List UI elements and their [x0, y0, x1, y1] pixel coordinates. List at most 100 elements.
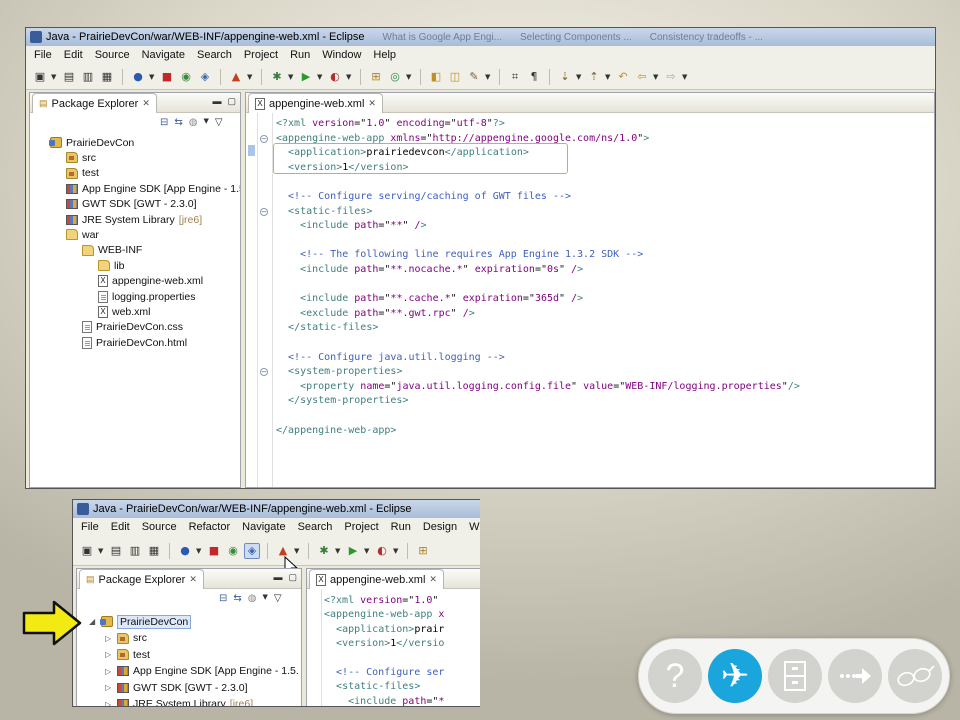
tab-appengine-web-xml[interactable]: X appengine-web.xml ✕	[309, 569, 444, 589]
menu-help[interactable]: Help	[367, 49, 402, 61]
help-button[interactable]: ?	[648, 649, 702, 703]
chevron-down-icon[interactable]: ▼	[364, 547, 371, 555]
tab-package-explorer[interactable]: ▤ Package Explorer ✕	[32, 93, 157, 113]
chevron-down-icon[interactable]: ▼	[317, 73, 324, 81]
minimize-icon[interactable]: ▬	[273, 572, 282, 583]
tree-item[interactable]: war	[66, 227, 99, 242]
chevron-down-icon[interactable]: ▼	[335, 547, 342, 555]
close-icon[interactable]: ✕	[368, 98, 376, 109]
print-icon[interactable]: ▦	[99, 69, 115, 85]
tree-item[interactable]: logging.properties	[98, 289, 195, 304]
print-icon[interactable]: ▦	[146, 543, 162, 559]
tree-item[interactable]: Xappengine-web.xml	[98, 274, 203, 289]
fold-toggle-icon[interactable]: −	[260, 368, 268, 377]
chevron-down-icon[interactable]: ▼	[294, 547, 301, 555]
toggle-mark-icon[interactable]: ⌗	[507, 69, 523, 85]
chevron-down-icon[interactable]: ▼	[98, 547, 105, 555]
collapsed-arrow-icon[interactable]: ▷	[105, 667, 113, 676]
gwt-launch-icon[interactable]: ◉	[178, 69, 194, 85]
fold-toggle-icon[interactable]: −	[260, 207, 268, 216]
gwt-launch-icon[interactable]: ◉	[225, 543, 241, 559]
menu-window[interactable]: Win	[463, 521, 480, 533]
collapsed-arrow-icon[interactable]: ▷	[105, 634, 113, 643]
next-annotation-icon[interactable]: ⇣	[557, 69, 573, 85]
menu-project[interactable]: Project	[338, 521, 384, 533]
next-button[interactable]	[828, 649, 882, 703]
menu-source[interactable]: Source	[136, 521, 183, 533]
menu-navigate[interactable]: Navigate	[236, 521, 291, 533]
new-class-icon[interactable]: ◎	[387, 69, 403, 85]
chevron-down-icon[interactable]: ▼	[196, 547, 203, 555]
chevron-down-icon[interactable]: ▼	[682, 73, 689, 81]
debug-icon[interactable]: ✱	[269, 69, 285, 85]
open-type-icon[interactable]: ◧	[428, 69, 444, 85]
chevron-down-icon[interactable]: ▼	[204, 117, 209, 128]
run-icon[interactable]: ▶	[298, 69, 314, 85]
tree-item[interactable]: PrairieDevCon.css	[82, 320, 183, 335]
chevron-down-icon[interactable]: ▼	[605, 73, 612, 81]
external-tools-icon[interactable]: ▲	[228, 69, 244, 85]
collapse-all-icon[interactable]: ⊟	[219, 593, 227, 604]
app-engine-deploy-icon[interactable]: ◈	[244, 542, 260, 559]
menu-search[interactable]: Search	[191, 49, 238, 61]
fold-toggle-icon[interactable]: −	[260, 134, 268, 143]
menu-navigate[interactable]: Navigate	[136, 49, 191, 61]
tree-item[interactable]: ▷ test	[105, 647, 150, 662]
debug-icon[interactable]: ✱	[316, 543, 332, 559]
tree-item[interactable]: PrairieDevCon.html	[82, 335, 187, 350]
menu-refactor[interactable]: Refactor	[183, 521, 237, 533]
chevron-down-icon[interactable]: ▼	[576, 73, 583, 81]
tree-item[interactable]: ▷ src	[105, 631, 147, 646]
collapse-all-icon[interactable]: ⊟	[160, 117, 168, 128]
chevron-down-icon[interactable]: ▼	[406, 73, 413, 81]
save-all-icon[interactable]: ▥	[80, 69, 96, 85]
chevron-down-icon[interactable]: ▼	[653, 73, 660, 81]
menu-project[interactable]: Project	[238, 49, 284, 61]
google-services-icon[interactable]: ●	[130, 69, 146, 85]
back-icon[interactable]: ⇦	[634, 69, 650, 85]
minimize-icon[interactable]: ▬	[212, 96, 221, 107]
google-services-icon[interactable]: ●	[177, 543, 193, 559]
tree-item[interactable]: lib	[98, 258, 125, 273]
chevron-down-icon[interactable]: ▼	[485, 73, 492, 81]
menu-file[interactable]: File	[28, 49, 58, 61]
tree-item[interactable]: PrairieDevCon	[49, 135, 134, 150]
menu-window[interactable]: Window	[316, 49, 367, 61]
previous-annotation-icon[interactable]: ⇡	[586, 69, 602, 85]
close-icon[interactable]: ✕	[189, 574, 197, 585]
tree-item[interactable]: Xweb.xml	[98, 304, 151, 319]
maximize-icon[interactable]: ▢	[227, 96, 236, 107]
menu-design[interactable]: Design	[417, 521, 463, 533]
tree-item[interactable]: test	[66, 166, 99, 181]
menu-run[interactable]: Run	[385, 521, 417, 533]
save-icon[interactable]: ▤	[61, 69, 77, 85]
expanded-arrow-icon[interactable]: ◢	[89, 617, 97, 626]
menu-edit[interactable]: Edit	[58, 49, 89, 61]
link-with-editor-icon[interactable]: ⇆	[233, 593, 241, 604]
maximize-icon[interactable]: ▢	[288, 572, 297, 583]
tree-item[interactable]: ▷ JRE System Library [jre6]	[105, 697, 253, 706]
tree-item[interactable]: src	[66, 150, 96, 165]
new-icon[interactable]: ▣	[79, 543, 95, 559]
chevron-down-icon[interactable]: ▼	[247, 73, 254, 81]
new-package-icon[interactable]: ⊞	[415, 543, 431, 559]
tab-appengine-web-xml[interactable]: X appengine-web.xml ✕	[248, 93, 383, 113]
open-folder-icon[interactable]: ◫	[447, 69, 463, 85]
focus-icon[interactable]: ◍	[189, 117, 198, 128]
view-menu-icon[interactable]: ▽	[274, 593, 282, 604]
tree-item[interactable]: ▷ GWT SDK [GWT - 2.3.0]	[105, 680, 248, 695]
app-engine-deploy-icon[interactable]: ◈	[197, 69, 213, 85]
chevron-down-icon[interactable]: ▼	[288, 73, 295, 81]
open-task-icon[interactable]: ✎	[466, 69, 482, 85]
collapsed-arrow-icon[interactable]: ▷	[105, 650, 113, 659]
airplane-button[interactable]: ✈	[708, 649, 762, 703]
last-edit-icon[interactable]: ↶	[615, 69, 631, 85]
new-icon[interactable]: ▣	[32, 69, 48, 85]
show-whitespace-icon[interactable]: ¶	[526, 69, 542, 85]
link-with-editor-icon[interactable]: ⇆	[174, 117, 182, 128]
coverage-icon[interactable]: ◐	[327, 69, 343, 85]
run-icon[interactable]: ▶	[345, 543, 361, 559]
save-icon[interactable]: ▤	[108, 543, 124, 559]
tree-item[interactable]: App Engine SDK [App Engine - 1.5.	[66, 181, 240, 196]
chevron-down-icon[interactable]: ▼	[51, 73, 58, 81]
